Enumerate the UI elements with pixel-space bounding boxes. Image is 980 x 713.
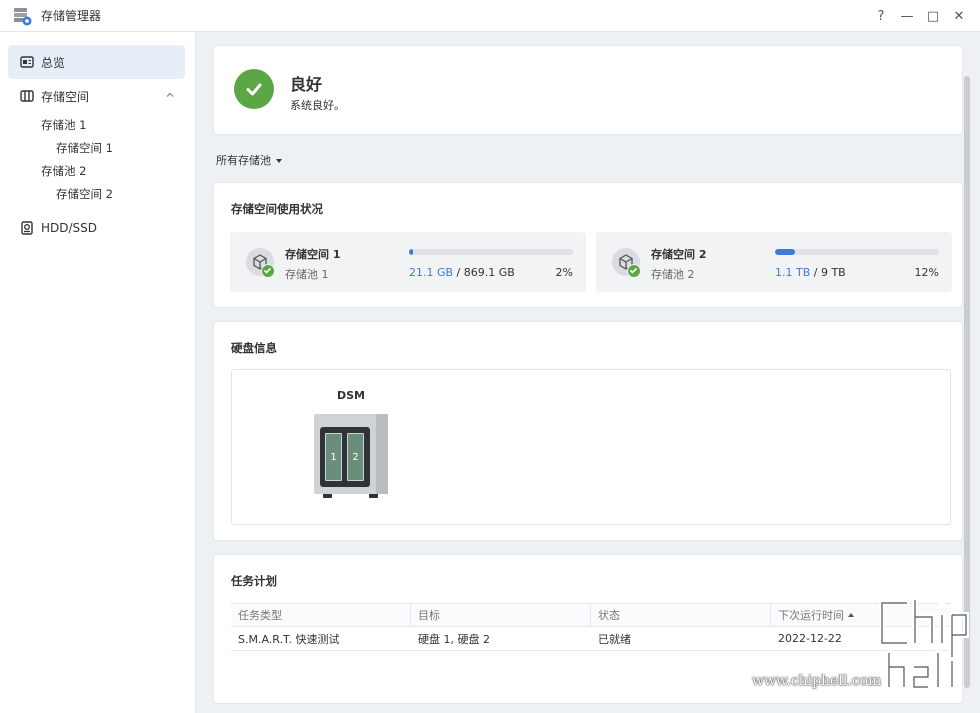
title-bar: 存储管理器 ? — □ ✕ [0,0,980,32]
volume-total: 869.1 GB [463,266,515,279]
section-title: 存储空间使用状况 [231,202,323,216]
nas-side [376,414,388,494]
chevron-up-icon[interactable] [165,89,175,103]
maximize-icon[interactable]: □ [920,3,946,29]
window-title: 存储管理器 [41,9,102,23]
column-header-label: 下次运行时间 [778,609,844,622]
window-controls: ? — □ ✕ [868,0,972,32]
help-icon[interactable]: ? [868,3,894,29]
sidebar-item-storage[interactable]: 存储空间 [8,79,185,113]
overview-icon [20,55,34,69]
storage-icon [20,89,34,103]
section-title: 任务计划 [231,574,277,588]
sidebar-item-volume-2[interactable]: 存储空间 2 [0,182,195,205]
task-target-cell: 硬盘 1, 硬盘 2 [418,632,490,646]
pool-filter-label: 所有存储池 [216,154,271,167]
nas-foot [323,494,332,498]
minimize-icon[interactable]: — [894,3,920,29]
disk-info-card: 硬盘信息 DSM 1 2 [213,321,963,541]
nas-foot [369,494,378,498]
task-table: 任务类型 目标 状态 下次运行时间 S.M.A.R.T. 快速测试 硬盘 1, … [231,603,951,651]
storage-manager-app-icon [13,6,33,26]
volume-tile-2[interactable]: 存储空间 2 存储池 2 1.1 TB / 9 TB 12% [596,232,952,292]
volume-pool: 存储池 1 [285,268,329,281]
check-badge-icon [261,264,275,278]
volume-usage-text: 1.1 TB / 9 TB [775,266,846,279]
sort-ascending-icon [848,613,854,617]
sidebar-item-volume-1[interactable]: 存储空间 1 [0,136,195,159]
close-icon[interactable]: ✕ [946,3,972,29]
column-header-next-run[interactable]: 下次运行时间 [771,604,951,626]
task-type-cell: S.M.A.R.T. 快速测试 [238,632,340,646]
nas-front-panel: 1 2 [320,427,370,487]
status-subtitle: 系统良好。 [290,99,345,112]
drive-bay-2[interactable]: 2 [347,433,364,481]
storage-usage-card: 存储空间使用状况 存储空间 1 存储池 1 21.1 GB / 869.1 GB… [213,182,963,308]
sidebar: 总览 存储空间 存储池 1 存储空间 1 存储池 2 存储空间 2 HDD/SS… [0,32,196,713]
task-schedule-card: 任务计划 任务类型 目标 状态 下次运行时间 S.M.A.R.T. 快速测试 硬… [213,554,963,704]
usage-progress-fill [409,249,413,255]
task-status-cell: 已就绪 [598,632,631,646]
check-circle-icon [234,69,274,109]
usage-progress-bar [775,249,939,255]
volume-used: 21.1 GB [409,266,454,279]
column-header-status[interactable]: 状态 [591,604,771,626]
column-header-task-type[interactable]: 任务类型 [231,604,411,626]
caret-down-icon [276,159,282,163]
table-header-row: 任务类型 目标 状态 下次运行时间 [231,603,951,627]
usage-separator: / [453,266,464,279]
disk-panel: DSM 1 2 [231,369,951,525]
system-status-card: 良好 系统良好。 [213,45,963,135]
sidebar-item-label: HDD/SSD [41,221,98,235]
column-header-target[interactable]: 目标 [411,604,591,626]
status-title: 良好 [290,75,323,94]
check-badge-icon [627,264,641,278]
scrollbar[interactable] [964,76,970,688]
volume-tile-1[interactable]: 存储空间 1 存储池 1 21.1 GB / 869.1 GB 2% [230,232,586,292]
sidebar-item-label: 存储空间 [41,89,90,104]
volume-percent: 2% [555,266,573,279]
volume-name: 存储空间 2 [651,248,707,261]
usage-separator: / [810,266,821,279]
task-next-run-cell: 2022-12-22 [778,632,842,645]
usage-progress-fill [775,249,795,255]
usage-progress-bar [409,249,573,255]
main-content: 良好 系统良好。 所有存储池 存储空间使用状况 存储空间 1 存储池 1 21.… [196,32,970,713]
volume-pool: 存储池 2 [651,268,695,281]
pool-filter-dropdown[interactable]: 所有存储池 [216,152,282,168]
nas-device-image: 1 2 [314,414,388,498]
volume-used: 1.1 TB [775,266,811,279]
sidebar-item-label: 总览 [41,55,66,70]
volume-usage-text: 21.1 GB / 869.1 GB [409,266,515,279]
section-title: 硬盘信息 [231,341,277,355]
device-label: DSM [337,389,365,402]
sidebar-item-pool-2[interactable]: 存储池 2 [0,159,195,182]
volume-percent: 12% [914,266,939,279]
hard-disk-icon [20,221,34,235]
drive-bay-1[interactable]: 1 [325,433,342,481]
volume-total: 9 TB [820,266,846,279]
volume-name: 存储空间 1 [285,248,341,261]
sidebar-item-overview[interactable]: 总览 [8,45,185,79]
sidebar-item-pool-1[interactable]: 存储池 1 [0,113,195,136]
sidebar-item-hdd-ssd[interactable]: HDD/SSD [8,211,185,245]
table-row[interactable]: S.M.A.R.T. 快速测试 硬盘 1, 硬盘 2 已就绪 2022-12-2… [231,627,951,651]
